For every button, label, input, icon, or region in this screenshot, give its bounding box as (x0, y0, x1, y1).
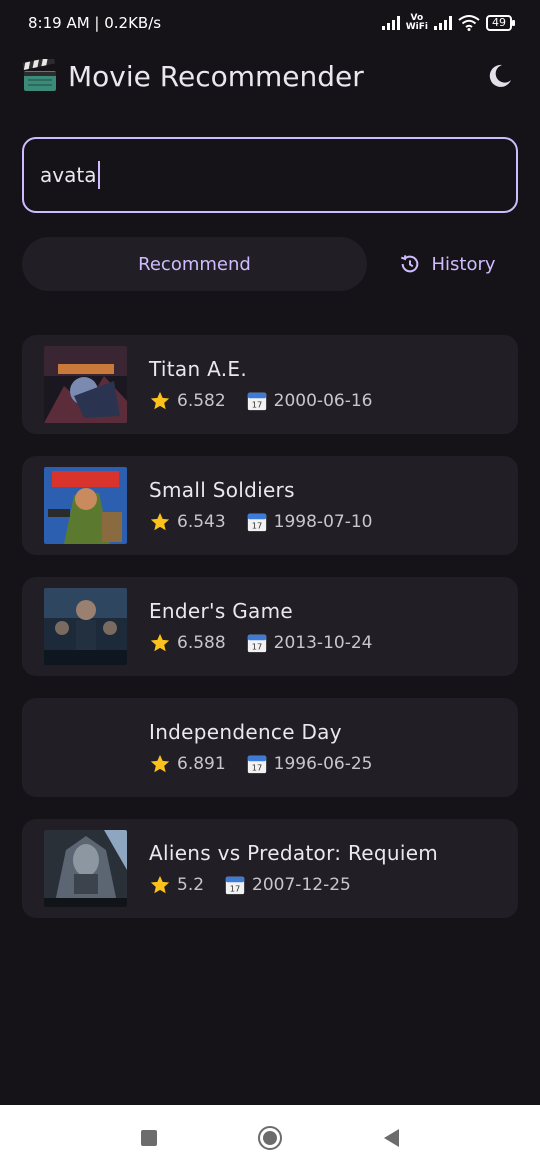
movie-rating: 6.582 (177, 391, 226, 411)
app-title: Movie Recommender (68, 59, 364, 93)
star-icon (149, 511, 171, 533)
star-icon (149, 753, 171, 775)
system-nav-bar (0, 1105, 540, 1170)
svg-text:17: 17 (251, 762, 262, 772)
movie-release-date: 2000-06-16 (273, 391, 373, 411)
movie-card[interactable]: Aliens vs Predator: Requiem 5.2 17 2007-… (22, 819, 518, 918)
movie-release-date: 1998-07-10 (273, 512, 373, 532)
movie-rating: 5.2 (177, 875, 205, 895)
vowifi-icon: Vo WiFi (406, 14, 428, 32)
star-icon (149, 390, 171, 412)
moon-icon (489, 64, 511, 87)
vowifi-bottom: WiFi (405, 22, 428, 32)
svg-text:17: 17 (230, 883, 241, 893)
movie-rating: 6.588 (177, 633, 226, 653)
movie-card[interactable]: Titan A.E. 6.582 17 2000-06-16 (22, 335, 518, 434)
status-bar: 8:19 AM | 0.2KB/s Vo WiFi 49 (0, 0, 540, 46)
movie-poster (44, 346, 127, 423)
search-field[interactable] (22, 137, 518, 213)
movie-meta: 6.588 17 2013-10-24 (149, 632, 372, 654)
svg-text:17: 17 (251, 641, 262, 651)
movie-card[interactable]: Independence Day 6.891 17 1996-06-25 (22, 698, 518, 797)
app-header: Movie Recommender (22, 59, 364, 93)
movie-poster-placeholder (44, 709, 127, 786)
movie-info: Aliens vs Predator: Requiem 5.2 17 2007-… (149, 841, 438, 896)
calendar-icon: 17 (246, 390, 268, 412)
signal-icon-2 (434, 16, 452, 30)
movie-info: Independence Day 6.891 17 1996-06-25 (149, 720, 372, 775)
calendar-icon: 17 (224, 874, 246, 896)
battery-indicator: 49 (486, 15, 515, 31)
calendar-icon: 17 (246, 632, 268, 654)
wifi-icon (458, 15, 480, 31)
movie-release-date: 1996-06-25 (273, 754, 373, 774)
svg-text:17: 17 (251, 399, 262, 409)
home-button[interactable] (258, 1125, 283, 1150)
movie-rating: 6.891 (177, 754, 226, 774)
recommend-label: Recommend (138, 253, 251, 275)
movie-meta: 6.543 17 1998-07-10 (149, 511, 372, 533)
star-icon (149, 874, 171, 896)
history-button[interactable]: History (377, 237, 518, 291)
calendar-icon: 17 (246, 753, 268, 775)
movie-title: Titan A.E. (149, 357, 247, 381)
star-icon (149, 632, 171, 654)
movie-release-date: 2013-10-24 (273, 633, 373, 653)
theme-toggle-button[interactable] (480, 56, 520, 96)
movie-card[interactable]: Small Soldiers 6.543 17 1998-07-10 (22, 456, 518, 555)
movie-poster (44, 588, 127, 665)
home-icon (263, 1130, 278, 1145)
search-input[interactable] (40, 163, 100, 187)
calendar-icon: 17 (246, 511, 268, 533)
movie-meta: 6.891 17 1996-06-25 (149, 753, 372, 775)
movie-poster (44, 830, 127, 907)
movie-meta: 5.2 17 2007-12-25 (149, 874, 438, 896)
signal-icon (381, 16, 400, 30)
recents-button[interactable] (140, 1129, 157, 1146)
movie-card[interactable]: Ender's Game 6.588 17 2013-10-24 (22, 577, 518, 676)
movie-info: Titan A.E. 6.582 17 2000-06-16 (149, 357, 372, 412)
history-icon (401, 255, 419, 273)
movie-list: Titan A.E. 6.582 17 2000-06-16 Small Sol… (22, 335, 518, 940)
movie-info: Small Soldiers 6.543 17 1998-07-10 (149, 478, 372, 533)
movie-info: Ender's Game 6.588 17 2013-10-24 (149, 599, 372, 654)
recommend-button[interactable]: Recommend (22, 237, 367, 291)
history-label: History (431, 253, 496, 275)
app-bar: Movie Recommender (0, 52, 540, 100)
clapperboard-icon (22, 59, 56, 91)
movie-rating: 6.543 (177, 512, 226, 532)
movie-title: Small Soldiers (149, 478, 295, 502)
status-time-speed: 8:19 AM | 0.2KB/s (28, 14, 162, 32)
movie-title: Ender's Game (149, 599, 293, 623)
text-cursor (98, 161, 100, 189)
movie-title: Aliens vs Predator: Requiem (149, 841, 439, 865)
movie-title: Independence Day (149, 720, 342, 744)
svg-text:17: 17 (251, 520, 262, 530)
action-row: Recommend History (22, 236, 518, 292)
movie-poster (44, 467, 127, 544)
movie-meta: 6.582 17 2000-06-16 (149, 390, 372, 412)
status-icons: Vo WiFi 49 (381, 14, 515, 32)
back-button[interactable] (384, 1128, 400, 1147)
movie-release-date: 2007-12-25 (252, 875, 351, 895)
